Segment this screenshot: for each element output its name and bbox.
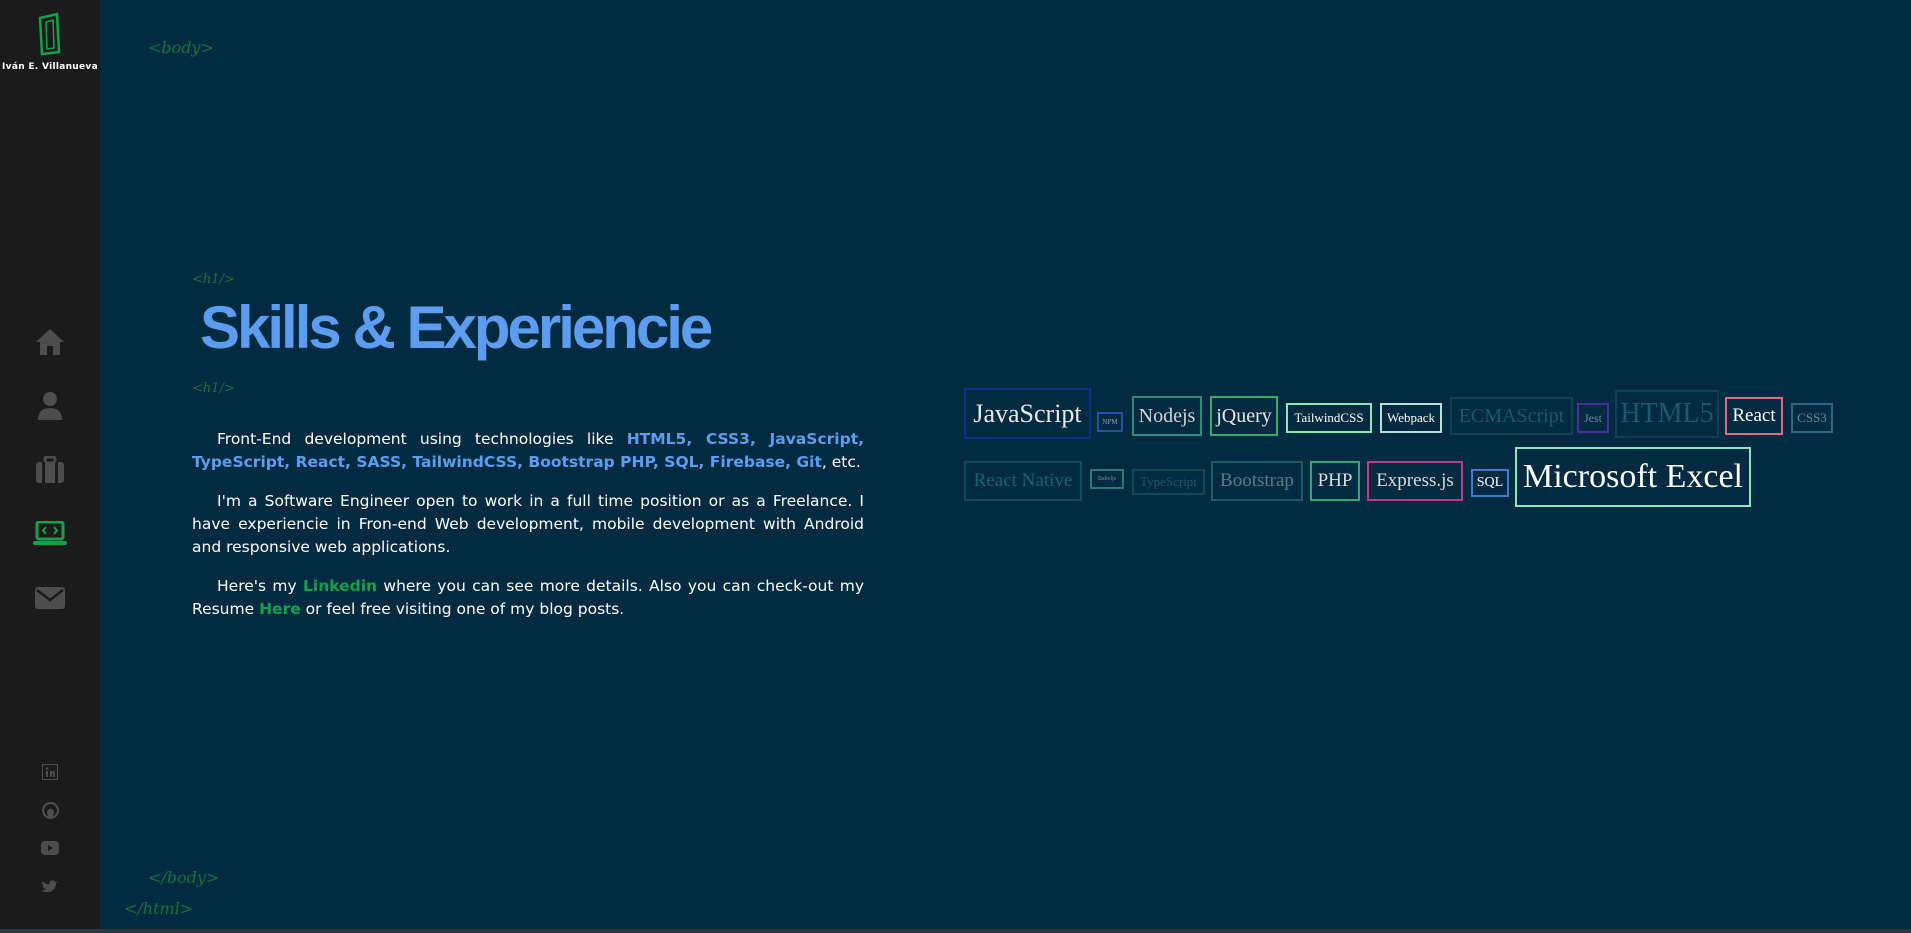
skill-tag-microsoft-excel[interactable]: Microsoft Excel [1515, 447, 1751, 507]
about-text: Front-End development using technologies… [192, 428, 864, 637]
skill-tag-react[interactable]: React [1725, 397, 1783, 435]
skill-tag-babeljs[interactable]: Babeljs [1090, 469, 1124, 489]
p1-outro: , etc. [821, 453, 861, 471]
envelope-icon [35, 587, 65, 609]
skill-tag-nodejs[interactable]: Nodejs [1132, 396, 1202, 436]
skill-tag-html5[interactable]: HTML5 [1615, 390, 1719, 438]
deco-h1-open: <h1/> [192, 272, 235, 287]
skill-tag-typescript[interactable]: TypeScript [1132, 469, 1205, 495]
logo[interactable]: Iván E. Villanueva [0, 12, 100, 72]
logo-name: Iván E. Villanueva [2, 62, 98, 72]
nav-portfolio[interactable] [0, 450, 100, 490]
nav-about[interactable] [0, 386, 100, 426]
paragraph-experience: I'm a Software Engineer open to work in … [192, 492, 864, 556]
nav-home[interactable] [0, 322, 100, 362]
social-linkedin[interactable] [0, 759, 100, 785]
social-github[interactable] [0, 797, 100, 823]
github-icon [41, 801, 59, 819]
skill-tag-webpack[interactable]: Webpack [1380, 403, 1442, 433]
laptop-code-icon [33, 521, 67, 545]
p3-text-a: Here's my [217, 577, 303, 595]
nav-skills[interactable] [0, 514, 100, 554]
linkedin-icon [42, 764, 58, 780]
paragraph-links: Here's my Linkedin where you can see mor… [192, 575, 864, 621]
twitter-icon [41, 879, 58, 892]
bottom-bar [0, 929, 1911, 933]
sidebar: Iván E. Villanueva [0, 0, 100, 933]
skill-tag-tailwindcss[interactable]: TailwindCSS [1286, 403, 1372, 433]
resume-link[interactable]: Here [259, 600, 301, 618]
linkedin-link[interactable]: Linkedin [303, 577, 377, 595]
briefcase-icon [36, 456, 64, 483]
skill-tag-ecmascript[interactable]: ECMAScript [1450, 397, 1573, 435]
p3-text-c: or feel free visiting one of my blog pos… [300, 600, 625, 618]
skill-tag-php[interactable]: PHP [1310, 461, 1360, 501]
deco-html-close: </html> [124, 899, 194, 918]
deco-body-close: </body> [148, 868, 220, 887]
deco-h1-close: <h1/> [192, 381, 235, 396]
paragraph-technologies: Front-End development using technologies… [192, 428, 864, 474]
skill-tag-express-js[interactable]: Express.js [1367, 461, 1463, 501]
skill-tag-css3[interactable]: CSS3 [1791, 403, 1833, 433]
skill-tag-npm[interactable]: NPM [1097, 412, 1123, 432]
skill-tag-javascript[interactable]: JavaScript [964, 388, 1091, 439]
page-title: Skills & Experiencie [200, 294, 713, 361]
logo-icon [38, 12, 61, 56]
social-youtube[interactable] [0, 835, 100, 861]
youtube-icon [41, 841, 59, 855]
p1-intro: Front-End development using technologies… [217, 430, 627, 448]
skill-tag-bootstrap[interactable]: Bootstrap [1211, 461, 1303, 501]
skill-tag-react-native[interactable]: React Native [964, 461, 1082, 501]
social-twitter[interactable] [0, 873, 100, 899]
home-icon [36, 329, 64, 355]
nav-contact[interactable] [0, 578, 100, 618]
deco-body-open: <body> [148, 38, 214, 57]
skill-tag-sql[interactable]: SQL [1471, 469, 1509, 497]
skill-tag-jquery[interactable]: jQuery [1210, 396, 1278, 436]
skills-cloud: JavaScript NPM Nodejs jQuery TailwindCSS Webp… [960, 380, 1860, 520]
skill-tag-jest[interactable]: Jest [1577, 403, 1609, 433]
user-icon [38, 392, 62, 420]
